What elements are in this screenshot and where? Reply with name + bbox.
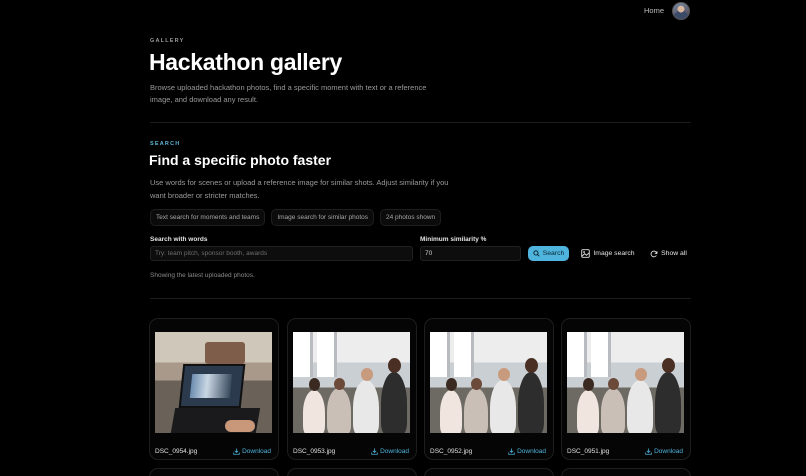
download-label: Download — [242, 447, 271, 455]
photo-detail — [446, 378, 457, 391]
photo-card[interactable] — [287, 468, 417, 476]
photo-thumbnail[interactable] — [155, 332, 272, 433]
hero-eyebrow: GALLERY — [150, 38, 185, 44]
download-icon — [233, 448, 240, 455]
photo-detail — [567, 332, 587, 377]
feature-pills: Text search for moments and teams Image … — [150, 209, 442, 226]
show-all-label: Show all — [661, 250, 687, 257]
photo-detail — [440, 390, 462, 433]
photo-card[interactable]: DSC_0952.jpg Download — [424, 318, 554, 460]
photo-card[interactable] — [561, 468, 691, 476]
photo-detail — [464, 388, 488, 433]
section-divider — [150, 298, 691, 299]
photo-detail — [525, 358, 538, 373]
photo-detail — [381, 372, 407, 433]
pill-text-search: Text search for moments and teams — [150, 209, 266, 226]
photo-card[interactable]: DSC_0954.jpg Download — [149, 318, 279, 460]
results-status: Showing the latest uploaded photos. — [150, 272, 255, 279]
photo-detail — [361, 368, 373, 381]
photo-thumbnail[interactable] — [430, 332, 547, 433]
photo-detail — [293, 332, 313, 377]
photo-detail — [327, 388, 351, 433]
search-button[interactable]: Search — [528, 246, 569, 261]
download-icon — [645, 448, 652, 455]
refresh-icon — [650, 250, 658, 257]
photo-card[interactable] — [149, 468, 279, 476]
search-description: Use words for scenes or upload a referen… — [150, 178, 449, 200]
search-icon — [533, 250, 540, 257]
download-label: Download — [654, 447, 683, 455]
photo-filename: DSC_0953.jpg — [293, 447, 336, 455]
photo-detail — [334, 378, 345, 390]
search-eyebrow: SEARCH — [150, 141, 181, 147]
photo-card[interactable]: DSC_0951.jpg Download — [561, 318, 691, 460]
page-description: Browse uploaded hackathon photos, find a… — [150, 83, 427, 104]
page-title: Hackathon gallery — [149, 49, 343, 75]
photo-filename: DSC_0952.jpg — [430, 447, 473, 455]
photo-detail — [317, 332, 337, 377]
photo-detail — [225, 420, 255, 432]
similarity-input[interactable] — [420, 246, 521, 261]
photo-detail — [635, 368, 647, 381]
top-nav: Home — [0, 0, 806, 24]
search-words-label: Search with words — [150, 236, 208, 243]
photo-card[interactable]: DSC_0953.jpg Download — [287, 318, 417, 460]
search-title: Find a specific photo faster — [149, 152, 332, 168]
photo-detail — [662, 358, 675, 373]
photo-detail — [583, 378, 594, 391]
photo-detail — [178, 364, 246, 408]
photo-detail — [608, 378, 619, 390]
section-divider — [150, 122, 691, 123]
download-icon — [508, 448, 515, 455]
photo-detail — [309, 378, 320, 391]
photo-detail — [388, 358, 401, 373]
image-search-label: Image search — [593, 250, 635, 257]
photo-detail — [591, 332, 611, 377]
photo-filename: DSC_0954.jpg — [155, 447, 198, 455]
image-icon — [581, 249, 591, 258]
avatar[interactable] — [672, 2, 690, 20]
home-link[interactable]: Home — [644, 6, 664, 15]
photo-detail — [627, 380, 653, 433]
pill-image-search: Image search for similar photos — [271, 209, 375, 226]
photo-detail — [577, 390, 599, 433]
download-button[interactable]: Download — [233, 448, 271, 455]
photo-detail — [498, 368, 510, 381]
photo-detail — [205, 342, 245, 364]
photo-detail — [601, 388, 625, 433]
photo-detail — [471, 378, 482, 390]
similarity-label: Minimum similarity % — [420, 236, 487, 243]
download-label: Download — [380, 447, 409, 455]
search-words-input[interactable] — [150, 246, 413, 261]
download-icon — [371, 448, 378, 455]
photo-detail — [655, 372, 681, 433]
photo-detail — [353, 380, 379, 433]
download-label: Download — [517, 447, 546, 455]
photo-detail — [518, 372, 544, 433]
photo-detail — [303, 390, 325, 433]
photo-thumbnail[interactable] — [567, 332, 684, 433]
photo-thumbnail[interactable] — [293, 332, 410, 433]
photo-detail — [490, 380, 516, 433]
image-search-button[interactable]: Image search — [578, 246, 638, 261]
download-button[interactable]: Download — [645, 448, 683, 455]
photo-detail — [430, 332, 450, 377]
photo-filename: DSC_0951.jpg — [567, 447, 610, 455]
photo-detail — [454, 332, 474, 377]
search-button-label: Search — [542, 250, 565, 257]
photo-card[interactable] — [424, 468, 554, 476]
show-all-button[interactable]: Show all — [647, 246, 690, 261]
download-button[interactable]: Download — [508, 448, 546, 455]
download-button[interactable]: Download — [371, 448, 409, 455]
pill-photo-count: 24 photos shown — [380, 209, 442, 226]
